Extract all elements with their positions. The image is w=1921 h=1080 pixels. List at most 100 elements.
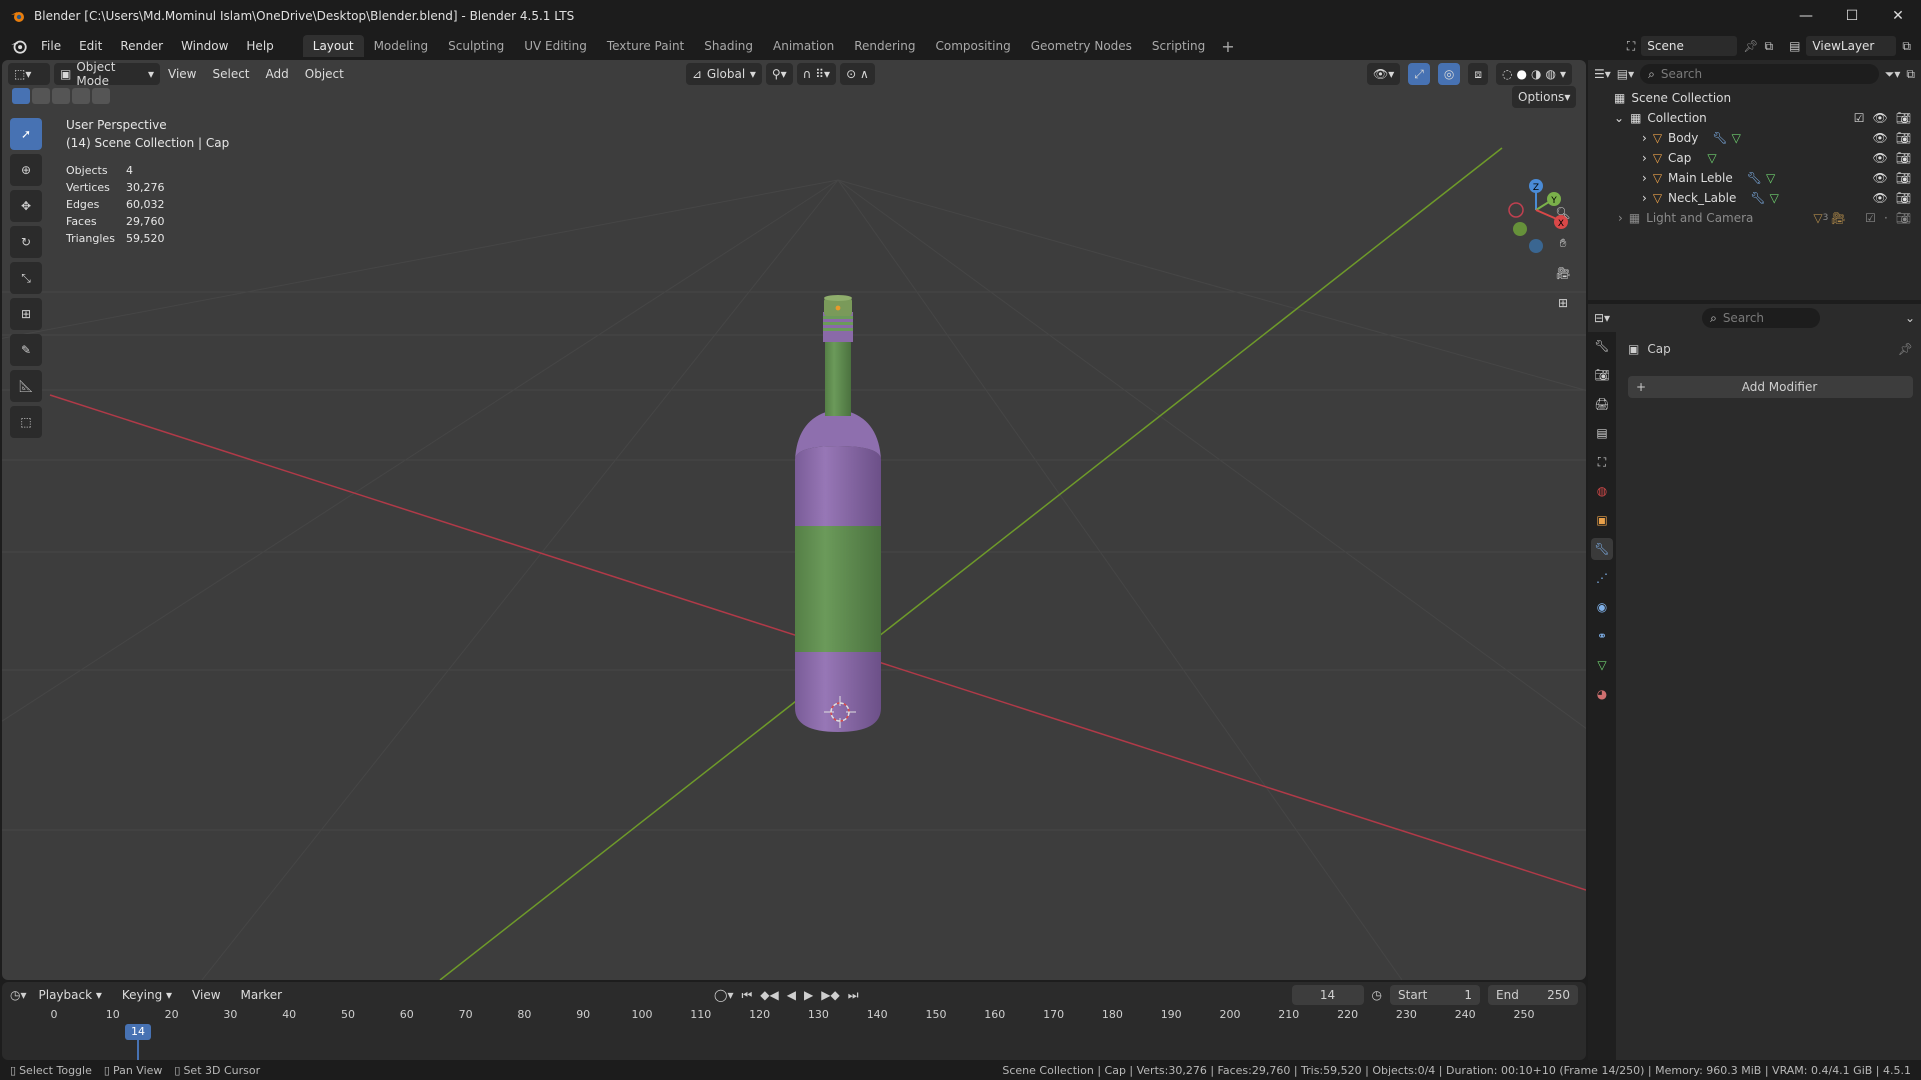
hand-pan-icon[interactable]: ✋︎ (1550, 230, 1576, 256)
outliner-item-cap[interactable]: › ▽ Cap ▽ 👁︎ 📷︎ (1588, 148, 1921, 168)
add-workspace-icon[interactable]: + (1215, 37, 1240, 56)
bottle-object[interactable] (795, 295, 881, 732)
eye-icon[interactable]: 👁︎ (1873, 131, 1888, 145)
outliner-collection-light-camera[interactable]: › ▦ Light and Camera ▽ 3 🎥︎ ☑ · 📷︎ (1588, 208, 1921, 228)
camera-icon[interactable]: 📷︎ (1896, 111, 1911, 125)
viewlayer-icon[interactable]: ▤ (1789, 39, 1800, 53)
expand-icon[interactable]: › (1642, 131, 1647, 145)
camera-icon[interactable]: 📷︎ (1896, 131, 1911, 145)
tab-shading[interactable]: Shading (694, 35, 763, 57)
camera-icon[interactable]: 📷︎ (1896, 191, 1911, 205)
playhead[interactable]: 14 (125, 1024, 151, 1040)
tab-modeling[interactable]: Modeling (364, 35, 439, 57)
tab-rendering[interactable]: Rendering (844, 35, 925, 57)
tab-geometry-nodes[interactable]: Geometry Nodes (1021, 35, 1142, 57)
display-mode-icon[interactable]: ▤▾ (1617, 67, 1634, 81)
tab-uv-editing[interactable]: UV Editing (514, 35, 597, 57)
gizmo-toggle[interactable]: ⤢ (1408, 63, 1430, 85)
outliner-item-main-leble[interactable]: › ▽ Main Leble 🔧︎ ▽ 👁︎ 📷︎ (1588, 168, 1921, 188)
tab-scripting[interactable]: Scripting (1142, 35, 1215, 57)
3d-viewport[interactable]: Z Y X ⬚▾ ▣ Object Mode ▾ View Select Add… (2, 60, 1586, 980)
maximize-button[interactable]: ☐ (1829, 0, 1875, 32)
filter-icon[interactable]: ⏷▾ (1885, 67, 1901, 82)
shading-modes[interactable]: ◌ ● ◑ ◍ ▾ (1496, 63, 1572, 85)
tab-texture-paint[interactable]: Texture Paint (597, 35, 694, 57)
new-collection-icon[interactable]: ⧉ (1906, 67, 1915, 82)
close-button[interactable]: ✕ (1875, 0, 1921, 32)
mode-selector[interactable]: ▣ Object Mode ▾ (54, 60, 160, 88)
data-tab-icon[interactable]: ▽ (1591, 654, 1613, 676)
viewport-scene[interactable]: Z Y X (2, 60, 1586, 980)
minimize-button[interactable]: — (1783, 0, 1829, 32)
expand-icon[interactable]: › (1642, 191, 1647, 205)
solid-shading-icon[interactable]: ● (1517, 67, 1527, 81)
collapse-icon[interactable]: ⌄ (1614, 111, 1624, 125)
expand-icon[interactable]: › (1642, 151, 1647, 165)
rotate-tool[interactable]: ↻ (10, 226, 42, 258)
pin-icon[interactable]: 📌︎ (1898, 342, 1913, 356)
expand-icon[interactable]: › (1642, 171, 1647, 185)
eye-icon[interactable]: 👁︎ (1873, 171, 1888, 185)
overlay-toggle[interactable]: ◎ (1437, 63, 1461, 85)
object-tab-icon[interactable]: ▣ (1591, 509, 1613, 531)
chevron-down-icon[interactable]: ⌄ (1905, 311, 1915, 325)
add-modifier-button[interactable]: + Add Modifier (1628, 376, 1913, 398)
annotate-tool[interactable]: ✎ (10, 334, 42, 366)
tab-compositing[interactable]: Compositing (925, 35, 1020, 57)
pivot-point-button[interactable]: ⚲▾ (765, 63, 793, 85)
select-subtract-icon[interactable] (52, 88, 70, 104)
transform-orientation-selector[interactable]: ⊿ Global ▾ (685, 63, 762, 85)
view-layer-tab-icon[interactable]: ▤ (1591, 422, 1613, 444)
camera-icon[interactable]: 📷︎ (1896, 211, 1911, 225)
scene-icon[interactable]: ⛶ (1627, 39, 1635, 54)
eye-icon[interactable]: · (1884, 211, 1888, 225)
select-box-tool[interactable]: ➚ (10, 118, 42, 150)
menu-edit[interactable]: Edit (70, 35, 111, 57)
xray-toggle[interactable]: ⧈ (1468, 63, 1489, 85)
tab-animation[interactable]: Animation (763, 35, 844, 57)
options-button[interactable]: Options ▾ (1512, 86, 1576, 108)
menu-add[interactable]: Add (258, 67, 297, 81)
scene-selector[interactable]: Scene (1641, 36, 1738, 56)
properties-editor-icon[interactable]: ⊟▾ (1594, 311, 1610, 325)
tab-sculpting[interactable]: Sculpting (438, 35, 514, 57)
chevron-down-icon[interactable]: ▾ (1560, 67, 1566, 81)
transform-tool[interactable]: ⊞ (10, 298, 42, 330)
blender-menu-icon[interactable] (10, 37, 28, 55)
outliner-collection[interactable]: ⌄ ▦ Collection ☑ 👁︎ 📷︎ (1588, 108, 1921, 128)
constraints-tab-icon[interactable]: ⚭ (1591, 625, 1613, 647)
outliner-search[interactable]: ⌕ Search (1640, 64, 1879, 84)
camera-view-icon[interactable]: 🎥︎ (1550, 260, 1576, 286)
outliner-root[interactable]: ▦ Scene Collection (1588, 88, 1921, 108)
outliner-editor-icon[interactable]: ☰▾ (1594, 67, 1611, 81)
menu-view[interactable]: View (160, 67, 204, 81)
checkbox-icon[interactable]: ☑ (1865, 211, 1876, 225)
tab-layout[interactable]: Layout (302, 35, 364, 57)
particles-tab-icon[interactable]: ⋰ (1591, 567, 1613, 589)
grid-view-icon[interactable]: ⊞ (1550, 290, 1576, 316)
wireframe-shading-icon[interactable]: ◌ (1502, 67, 1512, 81)
expand-icon[interactable]: › (1618, 211, 1623, 225)
proportional-edit-toggle[interactable]: ⊙ ∧ (840, 63, 875, 85)
menu-window[interactable]: Window (172, 35, 237, 57)
eye-icon[interactable]: 👁︎ (1873, 111, 1888, 125)
zoom-icon[interactable]: 🔍︎ (1550, 200, 1576, 226)
physics-tab-icon[interactable]: ◉ (1591, 596, 1613, 618)
scale-tool[interactable]: ⤡ (10, 262, 42, 294)
select-extend-icon[interactable] (32, 88, 50, 104)
rendered-shading-icon[interactable]: ◍ (1545, 67, 1555, 81)
pin-scene-icon[interactable]: 📌︎ (1743, 39, 1758, 53)
menu-render[interactable]: Render (111, 35, 172, 57)
output-tab-icon[interactable]: 🖨︎ (1591, 393, 1613, 415)
camera-icon[interactable]: 📷︎ (1896, 151, 1911, 165)
eye-icon[interactable]: 👁︎ (1873, 151, 1888, 165)
new-viewlayer-icon[interactable]: ⧉ (1902, 39, 1911, 54)
modifier-tab-icon[interactable]: 🔧︎ (1591, 538, 1613, 560)
scene-tab-icon[interactable]: ⛶ (1591, 451, 1613, 473)
material-tab-icon[interactable]: ◕ (1591, 683, 1613, 705)
new-scene-icon[interactable]: ⧉ (1765, 39, 1774, 54)
checkbox-icon[interactable]: ☑ (1854, 111, 1865, 125)
menu-file[interactable]: File (32, 35, 70, 57)
snap-toggle[interactable]: ∩ ⠿▾ (796, 63, 837, 85)
move-tool[interactable]: ✥ (10, 190, 42, 222)
